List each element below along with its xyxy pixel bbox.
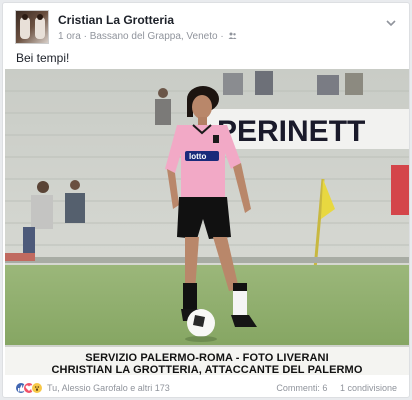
chevron-down-icon[interactable] xyxy=(385,15,397,27)
engagement-counts: Commenti: 6 1 condivisione xyxy=(276,383,397,393)
photo-caption-line1: SERVIZIO PALERMO-ROMA - FOTO LIVERANI xyxy=(85,352,329,364)
post-photo[interactable]: PERINETT lotto SERVIZIO PALERMO-ROMA - F… xyxy=(5,69,409,375)
meta-separator: · xyxy=(220,31,224,42)
football-photo: PERINETT lotto xyxy=(5,69,409,375)
shares-count[interactable]: 1 condivisione xyxy=(340,383,397,393)
meta-separator: · xyxy=(83,31,87,42)
feed-post: Cristian La Grotteria 1 ora · Bassano de… xyxy=(2,2,410,398)
stadium-banner-text: PERINETT xyxy=(217,115,365,148)
friends-icon[interactable] xyxy=(228,31,237,41)
likes-text[interactable]: Tu, Alessio Garofalo e altri 173 xyxy=(47,383,170,393)
author-name[interactable]: Cristian La Grotteria xyxy=(58,13,174,27)
comments-count[interactable]: Commenti: 6 xyxy=(276,383,327,393)
post-footer: Tu, Alessio Garofalo e altri 173 Comment… xyxy=(3,379,409,397)
post-location[interactable]: Bassano del Grappa, Veneto xyxy=(90,31,218,42)
post-meta: 1 ora · Bassano del Grappa, Veneto · xyxy=(58,31,237,42)
post-text: Bei tempi! xyxy=(16,51,70,65)
photo-caption-line2: CHRISTIAN LA GROTTERIA, ATTACCANTE DEL P… xyxy=(51,364,363,375)
post-header: Cristian La Grotteria 1 ora · Bassano de… xyxy=(3,3,409,47)
wow-icon xyxy=(31,382,43,394)
post-time[interactable]: 1 ora xyxy=(58,31,81,42)
jersey-brand-text: lotto xyxy=(189,152,206,161)
author-avatar[interactable] xyxy=(15,10,49,44)
